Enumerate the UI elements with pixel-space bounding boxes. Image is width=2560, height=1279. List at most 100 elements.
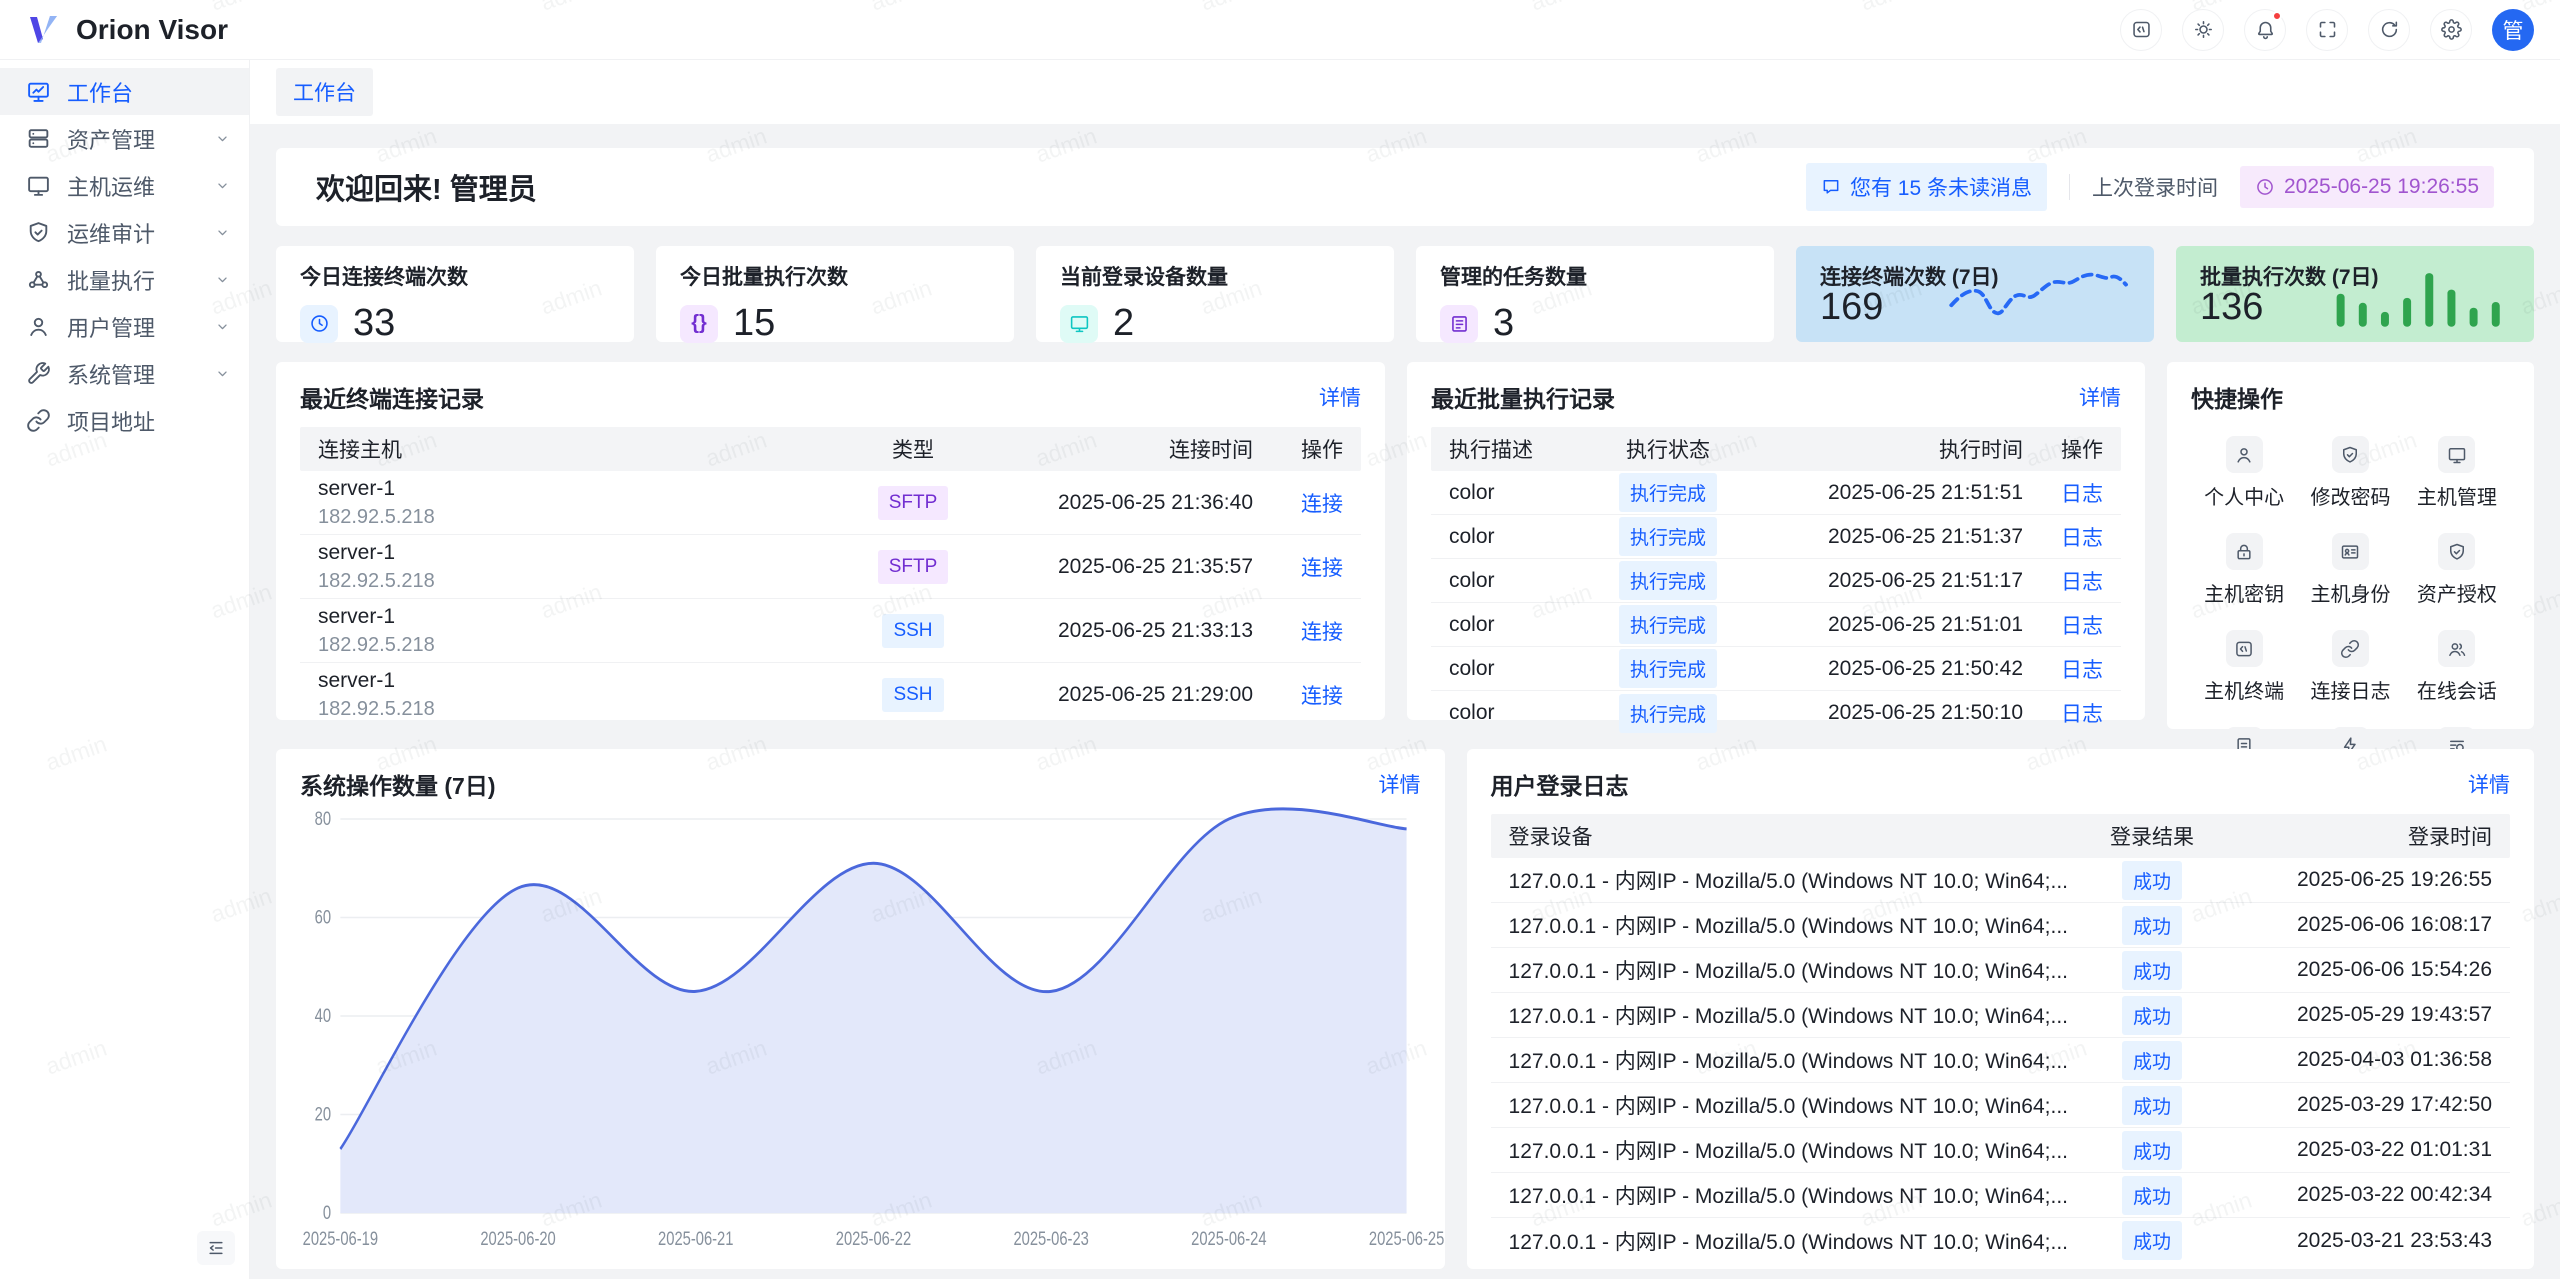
operations-chart-detail-link[interactable]: 详情: [1379, 769, 1421, 799]
app-logo-icon: [26, 12, 62, 48]
result-badge: 成功: [2122, 861, 2182, 900]
chevron-down-icon[interactable]: [214, 177, 231, 194]
host-name: server-1: [318, 541, 853, 565]
welcome-title: 欢迎回来! 管理员: [316, 166, 537, 208]
task-icon: [1449, 313, 1470, 334]
stat-label: 当前登录设备数量: [1060, 261, 1370, 291]
host-ip: 182.92.5.218: [318, 698, 853, 721]
asset-icon: [26, 126, 51, 151]
log-link[interactable]: 日志: [2061, 615, 2103, 638]
quick-action[interactable]: 主机管理: [2404, 436, 2510, 510]
chevron-down-icon[interactable]: [214, 130, 231, 147]
login-device: 127.0.0.1 - 内网IP - Mozilla/5.0 (Windows …: [1509, 955, 2082, 985]
clock-icon: [309, 313, 330, 334]
exec-description: color: [1449, 613, 1593, 637]
exec-time: 2025-06-25 21:51:01: [1743, 613, 2023, 637]
settings-icon[interactable]: [2430, 9, 2472, 51]
sidebar-item-7[interactable]: 项目地址: [0, 397, 249, 444]
sidebar-item-0[interactable]: 工作台: [0, 68, 249, 115]
sidebar-item-4[interactable]: 批量执行: [0, 256, 249, 303]
batch-records-detail-link[interactable]: 详情: [2079, 382, 2121, 412]
monitor-icon: [2438, 436, 2475, 473]
quick-action[interactable]: 个人中心: [2191, 436, 2297, 510]
stat-card-4: 连接终端次数 (7日)169: [1796, 246, 2154, 342]
quick-action[interactable]: 连接日志: [2297, 630, 2403, 704]
connect-link[interactable]: 连接: [1301, 685, 1343, 708]
sidebar-item-label: 批量执行: [67, 264, 155, 296]
login-table-body: 127.0.0.1 - 内网IP - Mozilla/5.0 (Windows …: [1491, 858, 2510, 1263]
sidebar-item-label: 项目地址: [67, 405, 155, 437]
breadcrumb-bar: 工作台: [250, 60, 2560, 124]
table-row: server-1182.92.5.218SSH2025-06-25 21:29:…: [300, 663, 1361, 727]
login-device: 127.0.0.1 - 内网IP - Mozilla/5.0 (Windows …: [1509, 1090, 2082, 1120]
exec-description: color: [1449, 525, 1593, 549]
log-link[interactable]: 日志: [2061, 571, 2103, 594]
user-avatar[interactable]: 管: [2492, 9, 2534, 51]
operations-chart-title: 系统操作数量 (7日): [300, 767, 496, 801]
sidebar-item-2[interactable]: 主机运维: [0, 162, 249, 209]
wrench-icon: [26, 361, 51, 386]
fullscreen-icon[interactable]: [2306, 9, 2348, 51]
log-link[interactable]: 日志: [2061, 703, 2103, 726]
status-badge: 执行完成: [1619, 649, 1717, 688]
theme-icon[interactable]: [2182, 9, 2224, 51]
sidebar: 工作台资产管理主机运维运维审计批量执行用户管理系统管理项目地址: [0, 60, 250, 1279]
quick-action[interactable]: 修改密码: [2297, 436, 2403, 510]
breadcrumb[interactable]: 工作台: [276, 68, 373, 116]
quick-action[interactable]: 主机身份: [2297, 533, 2403, 607]
host-name: server-1: [318, 605, 853, 629]
sidebar-item-5[interactable]: 用户管理: [0, 303, 249, 350]
sidebar-item-1[interactable]: 资产管理: [0, 115, 249, 162]
monitor-icon: [1069, 313, 1090, 334]
connect-link[interactable]: 连接: [1301, 621, 1343, 644]
quick-action[interactable]: 主机密钥: [2191, 533, 2297, 607]
last-login-badge: 2025-06-25 19:26:55: [2240, 166, 2494, 208]
divider: [2069, 174, 2070, 200]
login-logs-detail-link[interactable]: 详情: [2468, 769, 2510, 799]
quick-action-label: 主机终端: [2204, 675, 2284, 704]
log-link[interactable]: 日志: [2061, 527, 2103, 550]
last-login-time: 2025-06-25 19:26:55: [2284, 175, 2479, 199]
exec-description: color: [1449, 569, 1593, 593]
sidebar-item-label: 用户管理: [67, 311, 155, 343]
table-row: color执行完成2025-06-25 21:50:42日志: [1431, 647, 2121, 691]
table-row: 127.0.0.1 - 内网IP - Mozilla/5.0 (Windows …: [1491, 1128, 2510, 1173]
code-square-icon[interactable]: [2120, 9, 2162, 51]
quick-action[interactable]: 在线会话: [2404, 630, 2510, 704]
quick-action-label: 修改密码: [2310, 481, 2390, 510]
login-logs-card: 用户登录日志 详情 登录设备登录结果登录时间 127.0.0.1 - 内网IP …: [1467, 749, 2534, 1269]
stats-row: 今日连接终端次数33今日批量执行次数{}15当前登录设备数量2管理的任务数量3连…: [276, 246, 2534, 342]
chevron-down-icon[interactable]: [214, 224, 231, 241]
table-row: 127.0.0.1 - 内网IP - Mozilla/5.0 (Windows …: [1491, 1038, 2510, 1083]
refresh-icon[interactable]: [2368, 9, 2410, 51]
quick-action-label: 个人中心: [2204, 481, 2284, 510]
result-badge: 成功: [2122, 906, 2182, 945]
table-row: color执行完成2025-06-25 21:51:37日志: [1431, 515, 2121, 559]
chevron-down-icon[interactable]: [214, 318, 231, 335]
chevron-down-icon[interactable]: [214, 365, 231, 382]
log-link[interactable]: 日志: [2061, 659, 2103, 682]
code-square-icon: [2226, 630, 2263, 667]
log-link[interactable]: 日志: [2061, 483, 2103, 506]
shield-check-icon: [2332, 436, 2369, 473]
exec-description: color: [1449, 657, 1593, 681]
terminal-records-detail-link[interactable]: 详情: [1319, 382, 1361, 412]
chevron-down-icon[interactable]: [214, 271, 231, 288]
clock-icon: [2255, 177, 2275, 197]
host-ip: 182.92.5.218: [318, 506, 853, 529]
quick-action[interactable]: 资产授权: [2404, 533, 2510, 607]
login-device: 127.0.0.1 - 内网IP - Mozilla/5.0 (Windows …: [1509, 1135, 2082, 1165]
sidebar-item-3[interactable]: 运维审计: [0, 209, 249, 256]
connect-link[interactable]: 连接: [1301, 493, 1343, 516]
connect-time: 2025-06-25 21:36:40: [973, 491, 1253, 515]
connect-link[interactable]: 连接: [1301, 557, 1343, 580]
notifications-icon[interactable]: [2244, 9, 2286, 51]
sidebar-item-6[interactable]: 系统管理: [0, 350, 249, 397]
quick-action-label: 主机身份: [2310, 578, 2390, 607]
sidebar-collapse-button[interactable]: [197, 1231, 235, 1265]
login-device: 127.0.0.1 - 内网IP - Mozilla/5.0 (Windows …: [1509, 1180, 2082, 1210]
unread-messages-badge[interactable]: 您有 15 条未读消息: [1806, 163, 2047, 211]
operations-chart-card: 系统操作数量 (7日) 详情 0204060802025-06-192025-0…: [276, 749, 1445, 1269]
last-login-label: 上次登录时间: [2092, 172, 2218, 202]
quick-action[interactable]: 主机终端: [2191, 630, 2297, 704]
